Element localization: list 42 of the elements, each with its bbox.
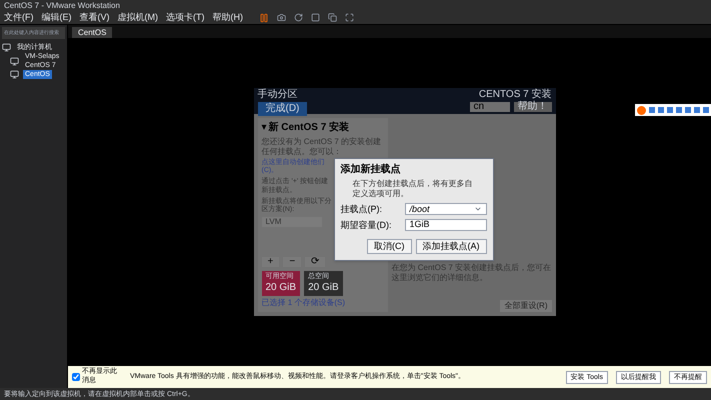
help-button[interactable]: 帮助！ [514, 102, 552, 112]
toolbar-icon[interactable] [294, 13, 303, 22]
done-button[interactable]: 完成(D) [258, 102, 308, 116]
menu-item[interactable]: 帮助(H) [212, 13, 243, 22]
tool-button[interactable]: + [262, 256, 280, 267]
keyboard-field[interactable]: cn [470, 102, 510, 112]
dialog-title: 添加新挂载点 [340, 165, 402, 175]
toolbar-icon[interactable] [345, 13, 354, 22]
capacity-field[interactable]: 1GiB [404, 219, 486, 231]
capacity-label: 期望容量(D): [340, 220, 392, 230]
tab[interactable]: CentOS [72, 27, 112, 38]
pause-icon[interactable] [259, 12, 269, 22]
menu-item[interactable]: 查看(V) [80, 13, 110, 22]
product-title: CENTOS 7 安装 [478, 90, 552, 100]
expander-arrow[interactable]: ▾ [262, 122, 266, 134]
tool-button[interactable]: ⟳ [305, 256, 326, 267]
space-value: 20 GiB [308, 282, 339, 294]
menu-item[interactable]: 虚拟机(M) [118, 13, 158, 22]
space-value: 20 GiB [266, 282, 296, 294]
tool-button[interactable]: − [283, 256, 302, 267]
computer-icon [2, 43, 11, 52]
menu-item[interactable]: 选项卡(T) [166, 13, 204, 22]
cancel-button[interactable]: 取消(C) [367, 239, 412, 254]
window-title: CentOS 7 - VMware Workstation [4, 2, 120, 10]
menu-item[interactable]: 编辑(E) [42, 13, 72, 22]
reset-button[interactable]: 全部重设(R) [500, 300, 552, 312]
toolbar-icon[interactable] [277, 13, 286, 22]
mount-point-dropdown[interactable]: /boot [404, 203, 486, 215]
dropdown-icon [474, 205, 482, 213]
toolbar-icon[interactable] [311, 13, 320, 22]
toolbar-icon[interactable] [328, 13, 337, 22]
computer-icon [10, 56, 19, 66]
dialog-hint: 在下方创建挂载点后，将有更多自定义选项可用。 [352, 179, 474, 199]
logo-icon [637, 106, 646, 114]
add-mount-point-button[interactable]: 添加挂载点(A) [416, 239, 486, 254]
menu-item[interactable]: 文件(F) [4, 13, 34, 22]
computer-icon [10, 70, 19, 79]
intro-text: 您还没有为 CentOS 7 的安装创建任何挂载点。您可以： [262, 136, 382, 156]
page-title: 手动分区 [258, 90, 298, 100]
section-title: 新 CentOS 7 安装 [268, 122, 350, 134]
checkbox[interactable] [72, 373, 80, 381]
mount-point-label: 挂载点(P): [340, 204, 383, 214]
